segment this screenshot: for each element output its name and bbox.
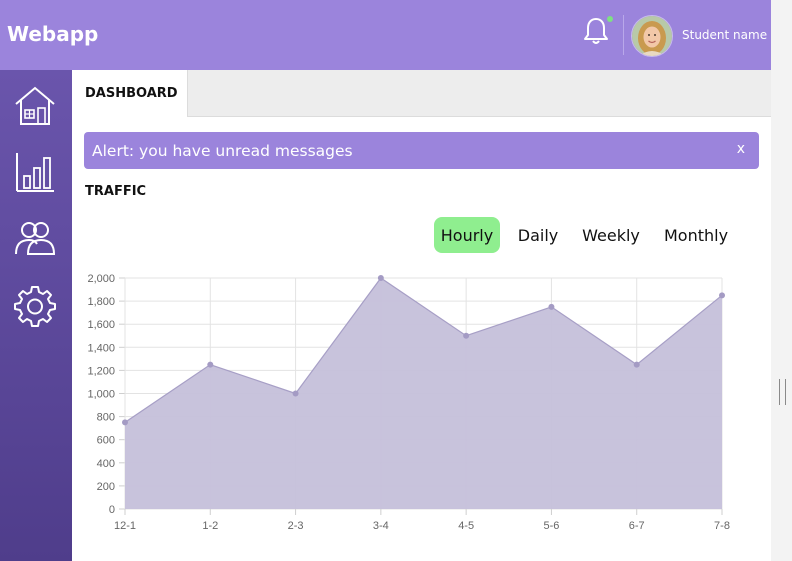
data-point <box>719 292 725 299</box>
header-divider <box>623 15 624 55</box>
tab-dashboard[interactable]: DASHBOARD <box>72 70 188 117</box>
data-point <box>377 275 384 281</box>
user-name[interactable]: Student name <box>682 28 767 42</box>
data-point <box>122 419 128 426</box>
y-tick-label: 0 <box>109 504 115 516</box>
range-monthly-button[interactable]: Monthly <box>656 217 736 253</box>
y-tick-label: 600 <box>97 435 115 447</box>
tab-bar: DASHBOARD <box>72 70 771 117</box>
data-point <box>292 390 299 397</box>
home-icon[interactable] <box>13 84 57 128</box>
alert-banner: Alert: you have unread messages x <box>84 132 759 169</box>
x-tick-label: 6-7 <box>629 520 645 532</box>
bar-chart-icon[interactable] <box>13 150 57 194</box>
range-hourly-button[interactable]: Hourly <box>434 217 500 253</box>
x-tick-label: 4-5 <box>458 520 474 532</box>
range-weekly-button[interactable]: Weekly <box>577 217 645 253</box>
data-point <box>548 303 555 310</box>
y-tick-label: 1,400 <box>87 342 115 354</box>
x-tick-label: 12-1 <box>114 520 136 532</box>
notification-dot <box>607 16 613 22</box>
alert-text: Alert: you have unread messages <box>92 142 353 160</box>
traffic-chart: 0 200 400 600 800 1,000 1,200 1,400 1,600 1,800 2,… <box>87 273 730 532</box>
notification-bell-icon[interactable] <box>582 16 610 46</box>
x-tick-label: 2-3 <box>288 520 304 532</box>
sidebar <box>0 70 72 561</box>
y-tick-label: 1,200 <box>87 365 115 377</box>
x-tick-label: 3-4 <box>373 520 389 532</box>
range-daily-button[interactable]: Daily <box>510 217 566 253</box>
y-tick-label: 2,000 <box>87 273 115 285</box>
alert-close-button[interactable]: x <box>737 141 745 157</box>
y-tick-label: 800 <box>97 412 115 424</box>
x-tick-label: 5-6 <box>543 520 559 532</box>
avatar-image <box>632 16 672 56</box>
y-tick-label: 1,000 <box>87 389 115 401</box>
user-avatar[interactable] <box>631 15 673 57</box>
y-tick-label: 200 <box>97 481 115 493</box>
scrollbar-track <box>771 0 792 561</box>
traffic-title: TRAFFIC <box>85 184 147 199</box>
gear-icon[interactable] <box>13 284 57 328</box>
main-content: Alert: you have unread messages x TRAFFI… <box>72 117 771 561</box>
y-tick-label: 1,600 <box>87 319 115 331</box>
data-point <box>207 361 214 368</box>
y-tick-label: 1,800 <box>87 296 115 308</box>
x-tick-label: 7-8 <box>714 520 730 532</box>
users-icon[interactable] <box>13 216 57 260</box>
x-tick-label: 1-2 <box>202 520 218 532</box>
y-tick-label: 400 <box>97 458 115 470</box>
data-point <box>463 332 470 339</box>
traffic-area <box>125 278 722 509</box>
app-title: Webapp <box>7 22 99 46</box>
scrollbar-grip[interactable] <box>779 379 786 405</box>
data-point <box>633 361 640 368</box>
